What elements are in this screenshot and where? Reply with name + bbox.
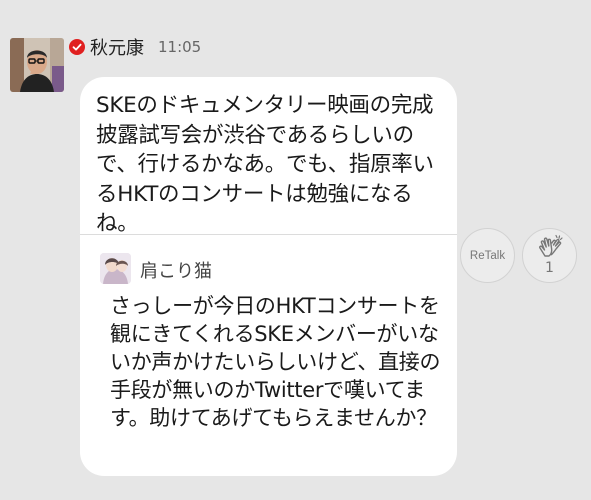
quote-author-name[interactable]: 肩こり猫 xyxy=(140,257,212,283)
quote-text: さっしーが今日のHKTコンサートを観にきてくれるSKEメンバーがいないか声かけた… xyxy=(110,294,441,430)
post-card[interactable]: SKEのドキュメンタリー映画の完成披露試写会が渋谷であるらしいので、行けるかなあ… xyxy=(80,77,457,476)
quote-author-avatar[interactable] xyxy=(100,253,131,284)
verified-check-icon xyxy=(69,39,85,55)
post-header: 秋元康 11:05 xyxy=(69,34,202,60)
author-avatar[interactable] xyxy=(10,38,64,92)
clap-icon xyxy=(536,234,566,262)
clap-count: 1 xyxy=(545,260,554,276)
author-name[interactable]: 秋元康 xyxy=(90,34,144,60)
retalk-label: ReTalk xyxy=(469,249,506,262)
post-text: SKEのドキュメンタリー映画の完成披露試写会が渋谷であるらしいので、行けるかなあ… xyxy=(96,93,434,236)
quote-divider xyxy=(80,234,457,235)
clap-button[interactable]: 1 xyxy=(522,228,577,283)
quote-author-avatar-image xyxy=(100,253,131,284)
retalk-button[interactable]: ReTalk xyxy=(460,228,515,283)
post-time: 11:05 xyxy=(158,38,202,56)
author-avatar-image xyxy=(10,38,64,92)
